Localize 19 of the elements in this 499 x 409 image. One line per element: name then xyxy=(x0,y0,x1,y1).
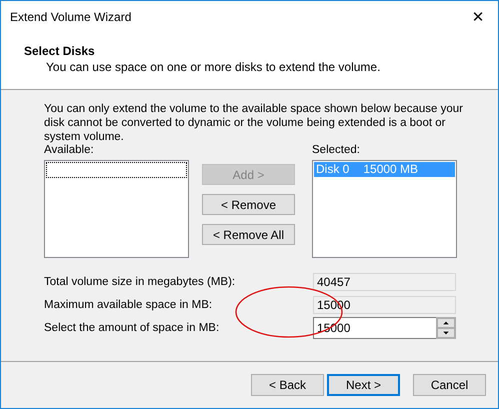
transfer-button[interactable]: < Remove All xyxy=(202,224,295,245)
wizard-button[interactable]: Next > xyxy=(327,374,400,396)
description-text: You can only extend the volume to the available space shown below because your disk cannot be converted to dynamic or the volume being extended is a boot or system volume. xyxy=(44,102,464,144)
field-label: Total volume size in megabytes (MB): xyxy=(44,276,236,288)
available-label: Available: xyxy=(44,144,95,158)
wizard-button[interactable]: Cancel xyxy=(413,374,486,396)
field-label: Maximum available space in MB: xyxy=(44,299,214,311)
field-label: Select the amount of space in MB: xyxy=(44,322,220,334)
page-title: Select Disks xyxy=(24,44,96,58)
window-title: Extend Volume Wizard xyxy=(10,10,132,24)
spin-up-icon[interactable] xyxy=(437,318,455,328)
available-list[interactable] xyxy=(44,160,189,258)
transfer-button[interactable]: < Remove xyxy=(202,194,295,215)
close-button[interactable]: ✕ xyxy=(458,2,498,32)
wizard-button[interactable]: < Back xyxy=(251,374,324,396)
page-subtitle: You can use space on one or more disks to extend the volume. xyxy=(46,60,382,74)
readonly-field: 40457 xyxy=(313,273,456,291)
selected-label: Selected: xyxy=(312,144,361,158)
spin-down-icon[interactable] xyxy=(437,328,455,338)
